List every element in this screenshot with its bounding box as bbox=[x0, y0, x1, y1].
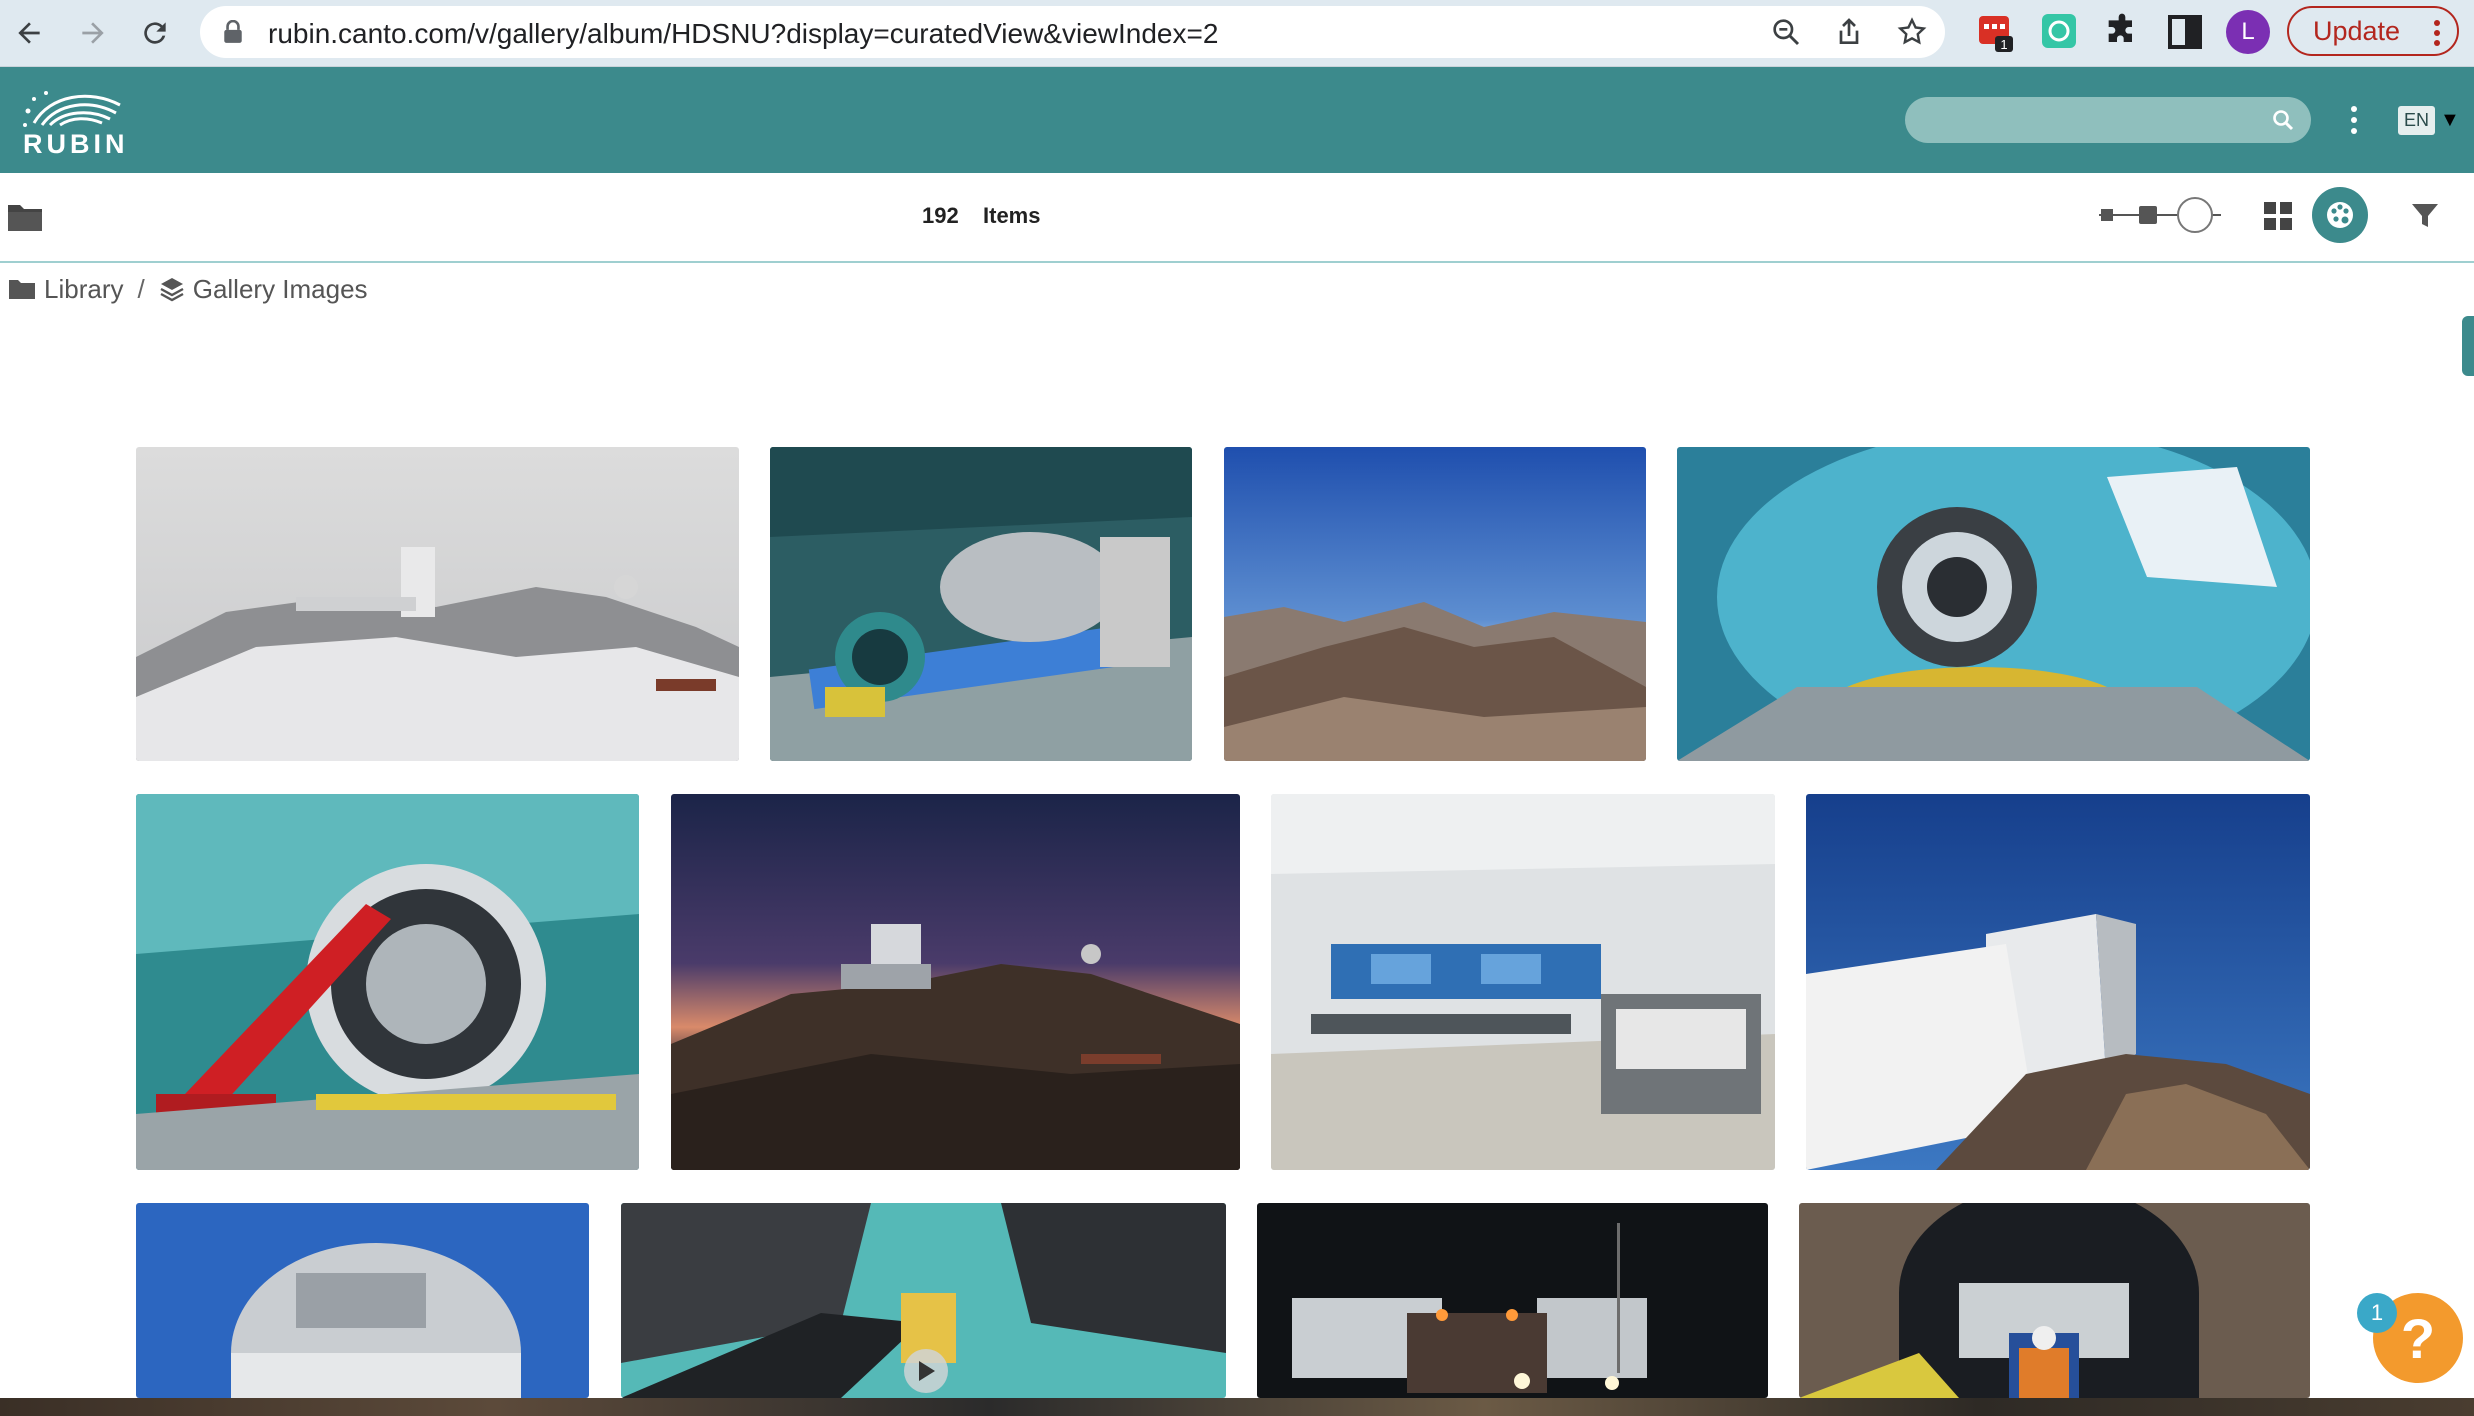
zoom-icon[interactable] bbox=[1770, 16, 1802, 48]
bottom-image-strip bbox=[0, 1398, 2474, 1416]
language-selector[interactable]: EN ▼ bbox=[2398, 103, 2460, 137]
share-icon[interactable] bbox=[1833, 16, 1865, 48]
curated-view-button[interactable] bbox=[2312, 187, 2368, 243]
item-count-label: Items bbox=[983, 203, 1041, 228]
thumbnail-image bbox=[1257, 1203, 1768, 1398]
thumbnail-image bbox=[621, 1203, 1226, 1398]
address-bar[interactable]: rubin.canto.com/v/gallery/album/HDSNU?di… bbox=[200, 6, 1945, 58]
breadcrumb-label: Library bbox=[44, 273, 124, 304]
lock-icon bbox=[224, 20, 242, 43]
back-arrow-icon bbox=[18, 22, 40, 44]
caret-down-icon: ▼ bbox=[2440, 108, 2460, 131]
reload-icon bbox=[144, 22, 166, 44]
update-button[interactable]: Update bbox=[2287, 6, 2459, 56]
gallery-tile-dome-blue-sky[interactable] bbox=[136, 1203, 589, 1398]
gallery-tile-night-convoy-truck[interactable] bbox=[1257, 1203, 1768, 1398]
profile-avatar[interactable]: L bbox=[2226, 10, 2270, 54]
gallery-tile-twilight-observatory[interactable] bbox=[671, 794, 1240, 1170]
thumbnail-size-slider[interactable] bbox=[2095, 193, 2225, 237]
reload-button[interactable] bbox=[132, 10, 178, 56]
logo-text: RUBIN bbox=[23, 129, 129, 159]
extensions-puzzle-icon[interactable] bbox=[2102, 12, 2142, 52]
language-code: EN bbox=[2398, 105, 2436, 135]
gallery-tile-red-lift-telescope-ring[interactable] bbox=[136, 794, 639, 1170]
browser-toolbar: rubin.canto.com/v/gallery/album/HDSNU?di… bbox=[0, 0, 2474, 67]
help-notification-badge: 1 bbox=[2357, 1293, 2397, 1333]
more-vertical-icon bbox=[2434, 20, 2440, 46]
thumbnail-image bbox=[1799, 1203, 2310, 1398]
thumbnail-image bbox=[136, 1203, 589, 1398]
forward-button[interactable] bbox=[70, 10, 116, 56]
forward-arrow-icon bbox=[82, 22, 104, 44]
bookmark-star-icon[interactable] bbox=[1896, 16, 1928, 48]
gallery-tile-blue-sky-mountains[interactable] bbox=[1224, 447, 1646, 761]
palette-icon bbox=[2327, 202, 2353, 228]
thumbnail-image bbox=[1806, 794, 2310, 1170]
item-count: 192 bbox=[922, 203, 959, 228]
breadcrumb-separator: / bbox=[137, 273, 145, 304]
gallery-tile-snowy-summit-observatory[interactable] bbox=[136, 447, 739, 761]
gallery-tile-observatory-building-blue-sky[interactable] bbox=[1806, 794, 2310, 1170]
thumbnail-image bbox=[671, 794, 1240, 1170]
url-text: rubin.canto.com/v/gallery/album/HDSNU?di… bbox=[268, 18, 1219, 49]
thumbnail-image bbox=[136, 794, 639, 1170]
gallery-tile-mirror-segments-video[interactable] bbox=[621, 1203, 1226, 1398]
breadcrumb-label: Gallery Images bbox=[192, 273, 368, 304]
layers-icon bbox=[160, 278, 184, 302]
extension-badge: 1 bbox=[2000, 37, 2007, 52]
thumbnail-image bbox=[1271, 794, 1775, 1170]
breadcrumb-library[interactable]: Library bbox=[8, 274, 123, 305]
more-options-icon[interactable] bbox=[2344, 103, 2364, 137]
help-question-mark: ? bbox=[2400, 1306, 2436, 1370]
gallery-tile-fisheye-telescope-dome[interactable] bbox=[1677, 447, 2310, 761]
thumbnail-image bbox=[1677, 447, 2310, 761]
folder-icon[interactable] bbox=[6, 201, 44, 233]
back-button[interactable] bbox=[6, 10, 52, 56]
folder-icon bbox=[9, 280, 35, 299]
search-input[interactable] bbox=[1925, 103, 2259, 139]
gallery-tile-tunnel-convoy-worker[interactable] bbox=[1799, 1203, 2310, 1398]
update-label: Update bbox=[2313, 15, 2401, 46]
breadcrumb: Library / Gallery Images bbox=[8, 272, 368, 306]
breadcrumb-gallery-images[interactable]: Gallery Images bbox=[159, 274, 368, 305]
gallery-toolbar: 192 Items bbox=[0, 173, 2474, 263]
scrollbar-thumb[interactable] bbox=[2462, 316, 2474, 376]
search-icon[interactable] bbox=[2271, 108, 2295, 132]
filter-icon[interactable] bbox=[2410, 201, 2440, 231]
thumbnail-image bbox=[1224, 447, 1646, 761]
calendar-extension-icon[interactable]: 1 bbox=[1977, 12, 2017, 52]
thumbnail-image bbox=[136, 447, 739, 761]
app-header: RUBIN EN ▼ bbox=[0, 67, 2474, 173]
thumbnail-image bbox=[770, 447, 1192, 761]
grid-view-icon[interactable] bbox=[2262, 200, 2294, 232]
grammar-extension-icon[interactable] bbox=[2040, 12, 2080, 52]
search-box[interactable] bbox=[1905, 97, 2311, 143]
side-panel-icon[interactable] bbox=[2165, 12, 2205, 52]
gallery-tile-telescope-assembly-hall[interactable] bbox=[770, 447, 1192, 761]
gallery-tile-control-room[interactable] bbox=[1271, 794, 1775, 1170]
